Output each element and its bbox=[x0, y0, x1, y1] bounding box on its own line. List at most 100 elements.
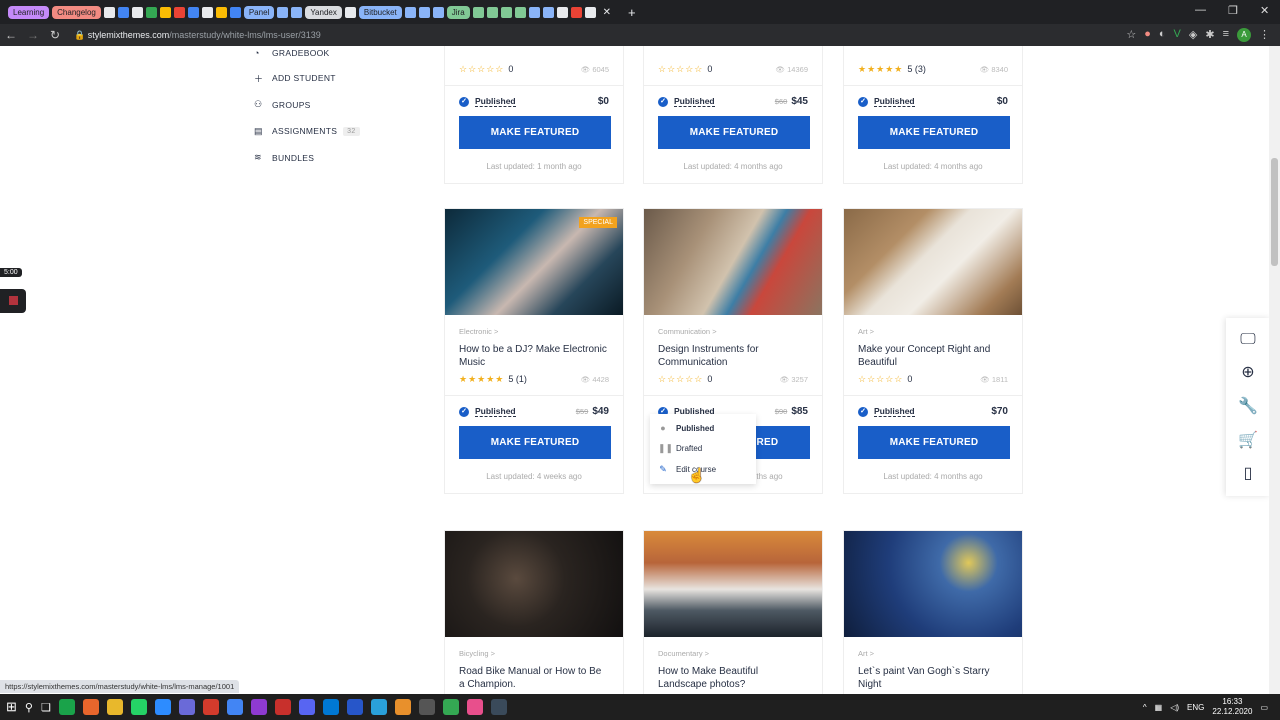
course-category[interactable]: Electronic > bbox=[459, 327, 609, 336]
course-title[interactable]: Road Bike Manual or How to Be a Champion… bbox=[459, 665, 609, 693]
tab-favicon[interactable] bbox=[500, 6, 512, 18]
chrome-icon[interactable] bbox=[226, 699, 243, 715]
course-category[interactable]: Bicycling > bbox=[459, 649, 609, 658]
clock[interactable]: 16:33 22.12.2020 bbox=[1212, 697, 1252, 717]
playlist-icon[interactable]: ≡ bbox=[1223, 28, 1229, 42]
sidebar-item-assignments[interactable]: ▤ ASSIGNMENTS 32 bbox=[254, 118, 360, 145]
mobile-icon[interactable]: ▯ bbox=[1244, 463, 1253, 483]
tab-favicon[interactable] bbox=[584, 6, 596, 18]
course-image[interactable] bbox=[445, 531, 623, 637]
status-toggle[interactable]: ✓ Published bbox=[459, 406, 516, 417]
course-image[interactable] bbox=[644, 209, 822, 315]
tab-favicon[interactable] bbox=[201, 6, 213, 18]
course-image[interactable] bbox=[844, 209, 1022, 315]
tab-favicon[interactable] bbox=[229, 6, 241, 18]
tab-favicon[interactable] bbox=[117, 6, 129, 18]
menu-icon[interactable]: ⋮ bbox=[1259, 28, 1270, 42]
close-window-icon[interactable]: ✕ bbox=[1260, 4, 1269, 17]
folder-icon[interactable] bbox=[106, 699, 123, 715]
make-featured-button[interactable]: MAKE FEATURED bbox=[459, 116, 611, 149]
status-toggle[interactable]: ✓ Published bbox=[858, 96, 915, 107]
app-icon[interactable] bbox=[202, 699, 219, 715]
tab-favicon[interactable] bbox=[344, 6, 356, 18]
extension-icon[interactable]: V bbox=[1174, 28, 1181, 42]
close-tab-icon[interactable]: ✕ bbox=[603, 7, 611, 18]
app-icon[interactable] bbox=[82, 699, 99, 715]
status-toggle[interactable]: ✓ Published bbox=[858, 406, 915, 417]
volume-icon[interactable]: ◁) bbox=[1170, 703, 1179, 712]
sidebar-item-groups[interactable]: ⚇ GROUPS bbox=[254, 92, 360, 119]
app-icon[interactable] bbox=[250, 699, 267, 715]
status-toggle[interactable]: ✓ Published bbox=[459, 96, 516, 107]
tab-favicon[interactable] bbox=[432, 6, 444, 18]
task-view-icon[interactable]: ❏ bbox=[41, 701, 51, 714]
make-featured-button[interactable]: MAKE FEATURED bbox=[658, 116, 810, 149]
app-icon[interactable] bbox=[130, 699, 147, 715]
make-featured-button[interactable]: MAKE FEATURED bbox=[858, 116, 1010, 149]
new-tab-icon[interactable]: + bbox=[628, 5, 636, 20]
sidebar-item-gradebook[interactable]: ◔ GRADEBOOK bbox=[254, 46, 360, 60]
course-title[interactable]: Let`s paint Van Gogh`s Starry Night bbox=[858, 665, 1008, 693]
avatar[interactable]: A bbox=[1237, 28, 1251, 42]
tab-group-learning[interactable]: Learning bbox=[8, 5, 50, 19]
course-title[interactable]: Make your Concept Right and Beautiful bbox=[858, 343, 1008, 371]
app-icon[interactable] bbox=[154, 699, 171, 715]
tab-favicon[interactable] bbox=[514, 6, 526, 18]
cart-icon[interactable]: 🛒 bbox=[1238, 430, 1258, 450]
extension-icon[interactable]: ◐ bbox=[1159, 28, 1166, 42]
back-icon[interactable]: ← bbox=[0, 28, 22, 42]
make-featured-button[interactable]: MAKE FEATURED bbox=[858, 426, 1010, 459]
tab-favicon[interactable] bbox=[570, 6, 582, 18]
tab-favicon[interactable] bbox=[472, 6, 484, 18]
make-featured-button[interactable]: MAKE FEATURED bbox=[459, 426, 611, 459]
tab-favicon[interactable] bbox=[173, 6, 185, 18]
monitor-icon[interactable]: 🖵 bbox=[1240, 331, 1255, 349]
scroll-thumb[interactable] bbox=[1271, 158, 1278, 266]
forward-icon[interactable]: → bbox=[22, 28, 44, 42]
address-bar[interactable]: 🔒 stylemixthemes.com/masterstudy/white-l… bbox=[74, 30, 321, 41]
course-category[interactable]: Art > bbox=[858, 327, 1008, 336]
course-image[interactable] bbox=[844, 531, 1022, 637]
app-icon[interactable] bbox=[178, 699, 195, 715]
tab-group-yandex[interactable]: Yandex bbox=[305, 5, 342, 19]
course-title[interactable]: How to be a DJ? Make Electronic Music bbox=[459, 343, 609, 371]
dropdown-item-published[interactable]: ● Published bbox=[650, 418, 756, 438]
tab-favicon[interactable] bbox=[145, 6, 157, 18]
tab-favicon[interactable] bbox=[404, 6, 416, 18]
tab-favicon[interactable] bbox=[215, 6, 227, 18]
app-icon[interactable] bbox=[274, 699, 291, 715]
tab-group-bitbucket[interactable]: Bitbucket bbox=[358, 5, 402, 19]
status-toggle[interactable]: ✓ Published bbox=[658, 96, 715, 107]
app-icon[interactable] bbox=[370, 699, 387, 715]
puzzle-icon[interactable]: ✱ bbox=[1205, 28, 1214, 42]
course-title[interactable]: Design Instruments for Communication bbox=[658, 343, 808, 371]
support-icon[interactable]: ⊕ bbox=[1241, 362, 1254, 382]
sidebar-item-bundles[interactable]: ≋ BUNDLES bbox=[254, 145, 360, 172]
windows-start-icon[interactable]: ⊞ bbox=[6, 699, 17, 715]
tab-group-panel[interactable]: Panel bbox=[243, 5, 275, 19]
app-icon[interactable] bbox=[58, 699, 75, 715]
app-icon[interactable] bbox=[394, 699, 411, 715]
wrench-icon[interactable]: 🔧 bbox=[1238, 396, 1258, 416]
course-category[interactable]: Documentary > bbox=[658, 649, 808, 658]
tab-group-jira[interactable]: Jira bbox=[446, 5, 470, 19]
network-icon[interactable]: ▦ bbox=[1155, 703, 1163, 712]
minimize-icon[interactable]: — bbox=[1195, 4, 1206, 16]
tab-favicon[interactable] bbox=[131, 6, 143, 18]
tab-favicon[interactable] bbox=[528, 6, 540, 18]
tab-group-changelog[interactable]: Changelog bbox=[52, 5, 101, 19]
tab-favicon[interactable] bbox=[542, 6, 554, 18]
tab-favicon[interactable] bbox=[291, 6, 303, 18]
course-title[interactable]: How to Make Beautiful Landscape photos? bbox=[658, 665, 808, 693]
notifications-icon[interactable]: ▭ bbox=[1260, 703, 1268, 712]
course-category[interactable]: Communication > bbox=[658, 327, 808, 336]
tab-favicon[interactable] bbox=[277, 6, 289, 18]
app-icon[interactable] bbox=[298, 699, 315, 715]
reload-icon[interactable]: ↻ bbox=[44, 28, 66, 42]
dropdown-item-drafted[interactable]: ❚❚ Drafted bbox=[650, 438, 756, 459]
course-category[interactable]: Art > bbox=[858, 649, 1008, 658]
page-scrollbar[interactable] bbox=[1269, 46, 1280, 694]
tab-favicon[interactable] bbox=[187, 6, 199, 18]
tab-favicon[interactable] bbox=[556, 6, 568, 18]
maximize-icon[interactable]: ❐ bbox=[1228, 4, 1238, 17]
